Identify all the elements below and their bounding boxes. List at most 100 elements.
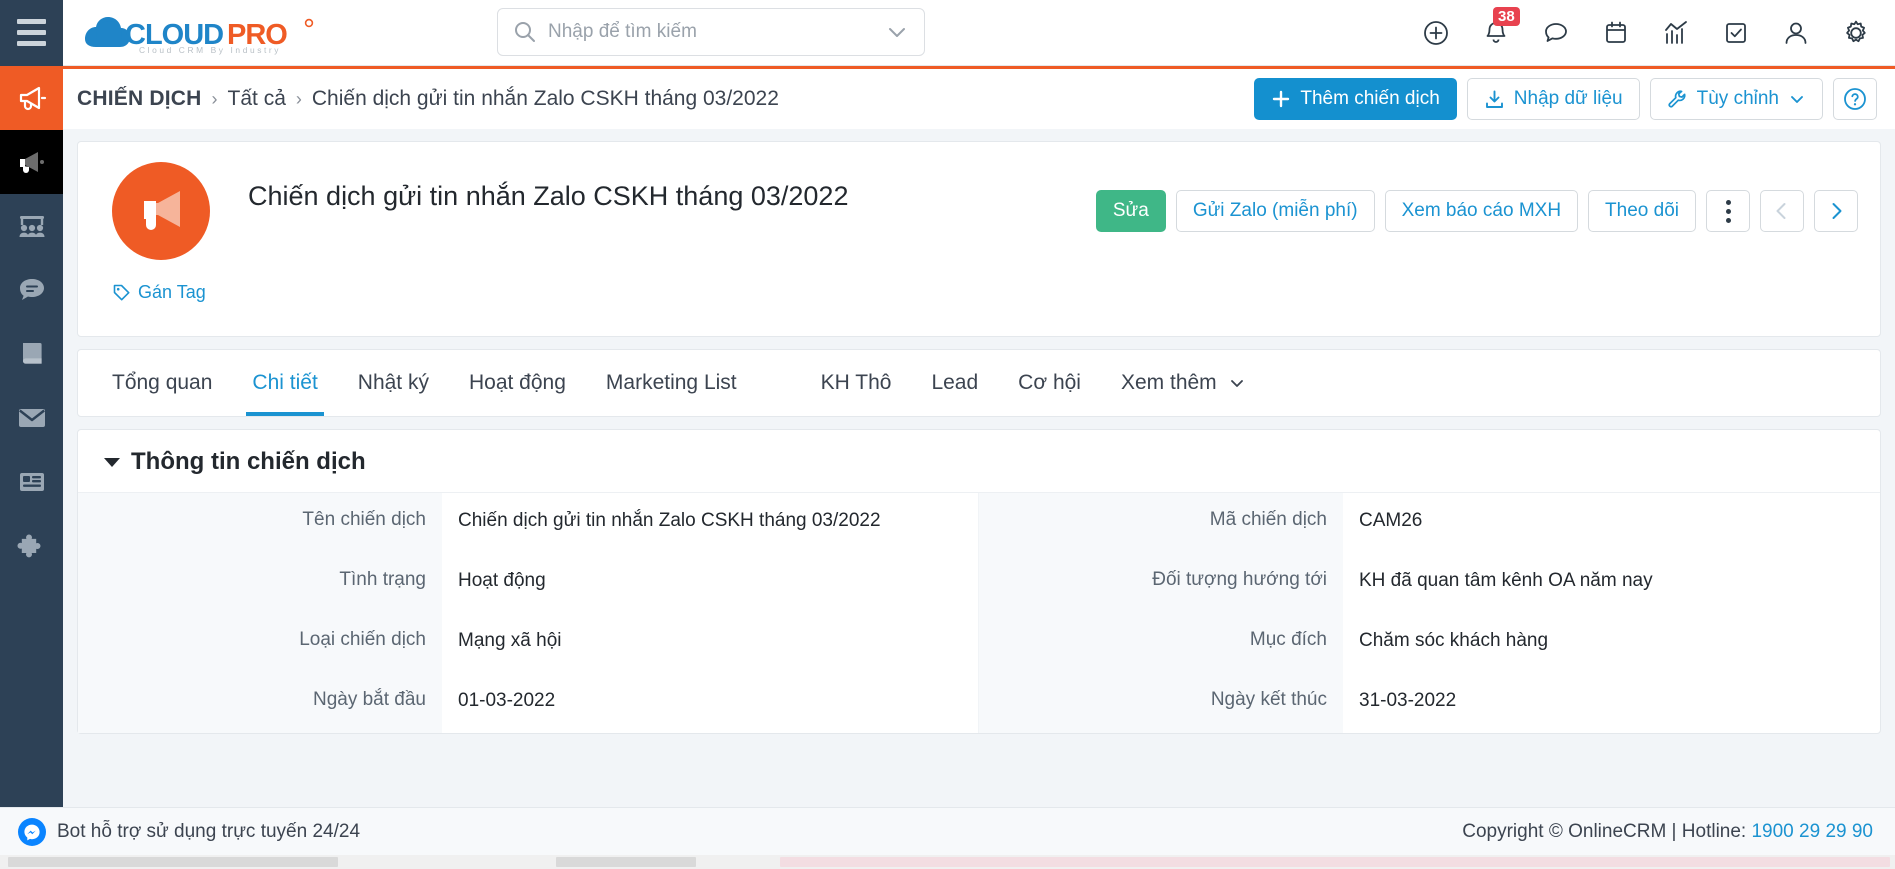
support-bot-text: Bot hỗ trợ sử dụng trực tuyến 24/24: [57, 820, 361, 842]
kebab-dot: [1725, 208, 1731, 214]
field-value: Hoạt động: [458, 570, 546, 591]
tab-label: Marketing List: [605, 371, 737, 394]
tag-icon: [112, 283, 131, 302]
import-data-button[interactable]: Nhập dữ liệu: [1466, 78, 1640, 120]
chevron-down-icon[interactable]: [886, 21, 908, 43]
prev-record-button[interactable]: [1760, 190, 1804, 232]
tab-bar: Tổng quan Chi tiết Nhật ký Hoạt động Mar…: [78, 350, 1880, 416]
copyright: Copyright © OnlineCRM | Hotline: 1900 29…: [1462, 821, 1873, 843]
tab-marketing-list[interactable]: Marketing List: [586, 350, 757, 416]
article-icon: [19, 473, 44, 491]
taskbar-segment[interactable]: [780, 857, 1890, 867]
envelope-icon: [18, 409, 45, 427]
tab-label: Nhật ký: [357, 371, 429, 394]
question-circle-icon: [1842, 86, 1868, 112]
search-input[interactable]: Nhập để tìm kiếm: [497, 8, 925, 56]
tab-lead[interactable]: Lead: [911, 350, 998, 416]
chevron-left-icon: [1771, 200, 1793, 222]
chat-bubble-icon: [19, 279, 44, 300]
sidebar-item-chat[interactable]: [0, 258, 63, 322]
edit-button[interactable]: Sửa: [1095, 190, 1166, 232]
add-campaign-label: Thêm chiến dịch: [1300, 88, 1440, 109]
app-root: CLOUD PRO Cloud CRM By Industry Nhập để …: [0, 0, 1895, 869]
hamburger-bar: [17, 19, 46, 24]
assign-tag-link[interactable]: Gán Tag: [112, 282, 206, 303]
field-value: Chăm sóc khách hàng: [1359, 630, 1549, 651]
search-placeholder: Nhập để tìm kiếm: [548, 21, 697, 42]
brand-logo[interactable]: CLOUD PRO Cloud CRM By Industry: [63, 11, 317, 55]
field-row: Đối tượng hướng tới KH đã quan tâm kênh …: [979, 553, 1880, 613]
taskbar-segment[interactable]: [8, 857, 338, 867]
tab-kh-tho[interactable]: KH Thô: [801, 350, 912, 416]
tab-nhat-ky[interactable]: Nhật ký: [338, 350, 449, 416]
taskbar-segment[interactable]: [556, 857, 696, 867]
chevron-down-icon: [1227, 373, 1247, 393]
support-bot-link[interactable]: Bot hỗ trợ sử dụng trực tuyến 24/24: [18, 817, 361, 846]
record-tabs-card: Tổng quan Chi tiết Nhật ký Hoạt động Mar…: [77, 349, 1881, 417]
add-campaign-button[interactable]: Thêm chiến dịch: [1254, 78, 1457, 120]
edit-button-label: Sửa: [1112, 200, 1149, 221]
sidebar-item-customers[interactable]: [0, 194, 63, 258]
detail-left-column: Tên chiến dịch Chiến dịch gửi tin nhắn Z…: [78, 493, 979, 733]
add-circle-icon[interactable]: [1421, 18, 1451, 48]
tab-hoat-dong[interactable]: Hoạt động: [449, 350, 586, 416]
next-record-button[interactable]: [1814, 190, 1858, 232]
tab-tong-quan[interactable]: Tổng quan: [92, 350, 232, 416]
record-action-group: Sửa Gửi Zalo (miễn phí) Xem báo cáo MXH …: [1095, 190, 1858, 232]
sidebar-item-addons[interactable]: [0, 514, 63, 578]
megaphone-icon: [144, 191, 180, 230]
megaphone-icon: [19, 86, 46, 111]
hamburger-icon[interactable]: [0, 0, 63, 66]
checkbox-icon[interactable]: [1721, 18, 1751, 48]
sidebar-item-email[interactable]: [0, 386, 63, 450]
sidebar-item-catalog[interactable]: [0, 322, 63, 386]
kebab-dot: [1725, 217, 1731, 223]
sidebar-item-news[interactable]: [0, 450, 63, 514]
tab-label: Hoạt động: [468, 371, 566, 394]
tab-xem-them[interactable]: Xem thêm: [1101, 350, 1267, 416]
field-label: Mục đích: [979, 613, 1343, 673]
left-sidebar: [0, 66, 63, 869]
hotline-link[interactable]: 1900 29 29 90: [1751, 821, 1873, 842]
help-button[interactable]: [1833, 78, 1877, 120]
field-value: Chiến dịch gửi tin nhắn Zalo CSKH tháng …: [458, 510, 881, 531]
sidebar-item-campaign-alt[interactable]: [0, 130, 63, 194]
tab-co-hoi[interactable]: Cơ hội: [998, 350, 1101, 416]
tab-chi-tiet[interactable]: Chi tiết: [232, 350, 337, 416]
sidebar-item-campaign[interactable]: [0, 66, 63, 130]
field-row: Mã chiến dịch CAM26: [979, 493, 1880, 553]
breadcrumb-root[interactable]: CHIẾN DỊCH: [77, 87, 202, 111]
header-icon-group: 38: [1421, 0, 1879, 66]
footer-bar: Bot hỗ trợ sử dụng trực tuyến 24/24 Copy…: [0, 807, 1895, 855]
customize-button[interactable]: Tùy chỉnh: [1649, 78, 1823, 120]
calendar-icon[interactable]: [1601, 18, 1631, 48]
chat-bubble-icon[interactable]: [1541, 18, 1571, 48]
field-row: Tên chiến dịch Chiến dịch gửi tin nhắn Z…: [78, 493, 978, 553]
field-label: Loại chiến dịch: [78, 613, 442, 673]
follow-button[interactable]: Theo dõi: [1588, 190, 1696, 232]
search-icon: [514, 21, 536, 43]
field-value: 01-03-2022: [458, 690, 556, 711]
plus-icon: [1271, 89, 1291, 109]
avatar: [112, 162, 210, 260]
bell-icon[interactable]: 38: [1481, 7, 1520, 48]
kebab-menu-icon[interactable]: [1706, 190, 1750, 232]
section-header[interactable]: Thông tin chiến dịch: [78, 430, 1880, 492]
field-label: Mã chiến dịch: [979, 493, 1343, 553]
gear-icon[interactable]: [1841, 18, 1871, 48]
chart-icon[interactable]: [1661, 18, 1691, 48]
field-value: KH đã quan tâm kênh OA năm nay: [1359, 570, 1653, 591]
notification-badge: 38: [1493, 7, 1520, 27]
import-data-label: Nhập dữ liệu: [1513, 88, 1623, 109]
view-social-report-label: Xem báo cáo MXH: [1401, 200, 1562, 221]
breadcrumb-separator: ›: [211, 88, 218, 109]
send-zalo-button[interactable]: Gửi Zalo (miễn phí): [1175, 190, 1375, 232]
breadcrumb-bar: CHIẾN DỊCH › Tất cả › Chiến dịch gửi tin…: [63, 66, 1895, 129]
breadcrumb-all[interactable]: Tất cả: [228, 87, 286, 111]
view-social-report-button[interactable]: Xem báo cáo MXH: [1384, 190, 1579, 232]
record-header-card: Chiến dịch gửi tin nhắn Zalo CSKH tháng …: [77, 141, 1881, 337]
field-value: Mạng xã hội: [458, 630, 562, 651]
tab-label: Cơ hội: [1018, 371, 1081, 394]
field-row: Loại chiến dịch Mạng xã hội: [78, 613, 978, 673]
user-icon[interactable]: [1781, 18, 1811, 48]
